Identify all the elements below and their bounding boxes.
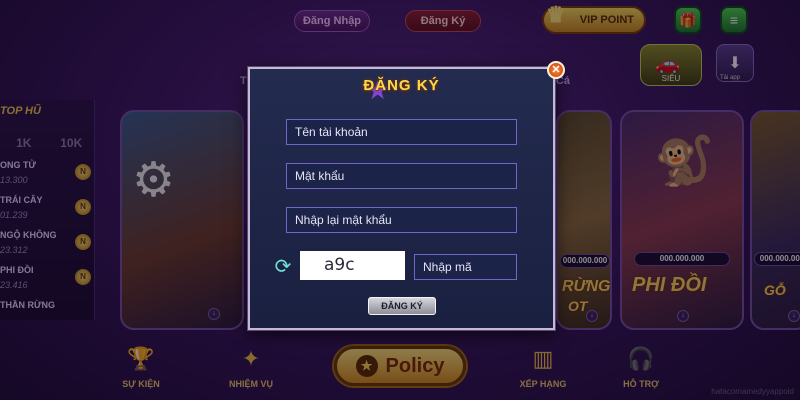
- captcha-input[interactable]: Nhập mã: [414, 254, 517, 280]
- submit-register-button[interactable]: ĐĂNG KÝ: [368, 297, 436, 315]
- refresh-captcha-icon[interactable]: ⟳: [272, 256, 294, 278]
- register-dialog: ★ ĐĂNG KÝ ✕ Tên tài khoản Mật khẩu Nhập …: [248, 61, 565, 330]
- captcha-image: a9c: [300, 251, 405, 280]
- dialog-header: ★ ĐĂNG KÝ: [250, 75, 553, 105]
- password-input[interactable]: Mật khẩu: [286, 163, 517, 189]
- confirm-password-input[interactable]: Nhập lại mật khẩu: [286, 207, 517, 233]
- close-button[interactable]: ✕: [547, 61, 565, 79]
- username-input[interactable]: Tên tài khoản: [286, 119, 517, 145]
- dialog-title: ĐĂNG KÝ: [363, 77, 440, 94]
